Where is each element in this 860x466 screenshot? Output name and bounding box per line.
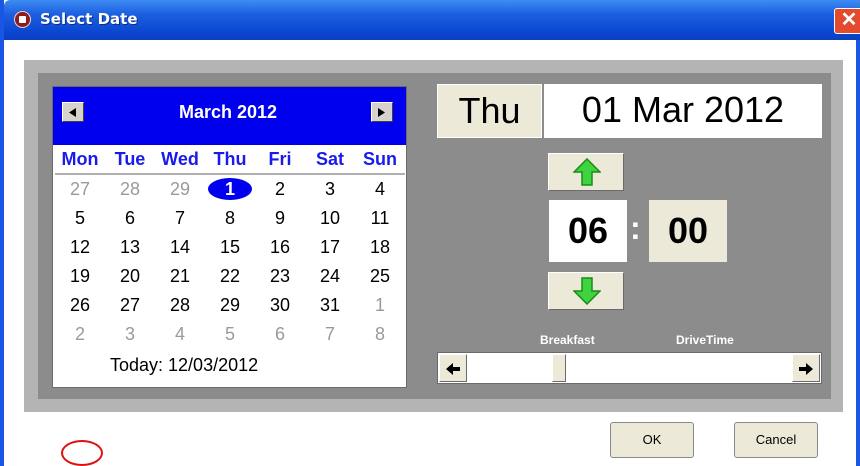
slider-left-button[interactable] [439, 354, 467, 382]
day-cell[interactable]: 4 [155, 321, 205, 347]
weekday-label: Fri [268, 149, 292, 169]
time-up-button[interactable] [548, 153, 624, 191]
calendar: March 2012 Mon Tue Wed Thu Fri Sat Sun 27 28 29 1… [52, 86, 407, 466]
day-cell[interactable]: 25 [355, 263, 405, 289]
day-cell[interactable]: 29 [205, 292, 255, 318]
day-cell[interactable]: 26 [55, 292, 105, 318]
cancel-button[interactable]: Cancel [734, 422, 818, 458]
month-label: March 2012 [178, 102, 278, 122]
day-cell[interactable]: 15 [205, 234, 255, 260]
day-cell[interactable]: 14 [155, 234, 205, 260]
next-month-button[interactable] [371, 102, 393, 122]
weekday-label: Thu [213, 149, 247, 169]
slider-right-button[interactable] [792, 354, 820, 382]
day-cell[interactable]: 5 [205, 321, 255, 347]
day-cell[interactable]: 21 [155, 263, 205, 289]
ok-button[interactable]: OK [610, 422, 694, 458]
day-cell[interactable]: 7 [155, 205, 205, 231]
slider-thumb[interactable] [552, 354, 566, 382]
hours-field[interactable]: 06 [549, 200, 627, 262]
close-button[interactable]: ✕ [834, 8, 860, 34]
weekday-label: Wed [161, 149, 199, 169]
app-icon [14, 11, 31, 28]
up-arrow-icon [573, 158, 601, 186]
day-cell[interactable]: 2 [255, 176, 305, 202]
day-cell[interactable]: 27 [55, 176, 105, 202]
day-cell-selected[interactable]: 1 [205, 176, 255, 202]
selected-date: 01 Mar 2012 [544, 84, 822, 138]
day-cell[interactable]: 23 [255, 263, 305, 289]
day-cell[interactable]: 2 [55, 321, 105, 347]
minutes-field[interactable]: 00 [649, 200, 727, 262]
day-cell[interactable]: 16 [255, 234, 305, 260]
time-slider[interactable] [437, 352, 822, 384]
day-cell[interactable]: 29 [155, 176, 205, 202]
slider-label-drivetime: DriveTime [676, 333, 734, 347]
day-cell[interactable]: 18 [355, 234, 405, 260]
day-cell[interactable]: 19 [55, 263, 105, 289]
day-cell[interactable]: 6 [105, 205, 155, 231]
right-arrow-icon [799, 363, 813, 375]
prev-month-button[interactable] [62, 102, 84, 122]
day-cell[interactable]: 13 [105, 234, 155, 260]
day-cell[interactable]: 28 [105, 176, 155, 202]
selected-weekday: Thu [437, 84, 542, 138]
down-arrow-icon [573, 277, 601, 305]
left-arrow-icon [446, 363, 460, 375]
time-down-button[interactable] [548, 272, 624, 310]
calendar-header: March 2012 [53, 87, 406, 145]
day-cell[interactable]: 24 [305, 263, 355, 289]
today-marker-circle [61, 440, 103, 466]
slider-label-breakfast: Breakfast [540, 333, 595, 347]
day-cell[interactable]: 7 [305, 321, 355, 347]
title-bar[interactable]: Select Date [4, 0, 860, 40]
day-cell[interactable]: 1 [355, 292, 405, 318]
day-cell[interactable]: 22 [205, 263, 255, 289]
day-cell[interactable]: 10 [305, 205, 355, 231]
day-cell[interactable]: 4 [355, 176, 405, 202]
day-cell[interactable]: 28 [155, 292, 205, 318]
day-cell[interactable]: 11 [355, 205, 405, 231]
day-cell[interactable]: 6 [255, 321, 305, 347]
day-cell[interactable]: 5 [55, 205, 105, 231]
day-cell[interactable]: 30 [255, 292, 305, 318]
day-cell[interactable]: 3 [305, 176, 355, 202]
day-cell[interactable]: 17 [305, 234, 355, 260]
day-cell[interactable]: 9 [255, 205, 305, 231]
weekday-label: Mon [61, 149, 99, 169]
weekday-label: Sat [315, 149, 344, 169]
right-arrow-icon [378, 108, 385, 117]
weekday-label: Sun [363, 149, 397, 169]
day-cell[interactable]: 3 [105, 321, 155, 347]
window-title: Select Date [40, 10, 138, 28]
left-arrow-icon [69, 108, 76, 117]
time-separator: : [630, 210, 641, 246]
today-link[interactable]: Today: 12/03/2012 [110, 355, 258, 376]
day-cell[interactable]: 8 [205, 205, 255, 231]
weekday-header: Mon Tue Wed Thu Fri Sat Sun [55, 147, 405, 175]
day-cell[interactable]: 27 [105, 292, 155, 318]
day-cell-today[interactable]: 12 [55, 234, 105, 260]
weekday-label: Tue [114, 149, 146, 169]
day-cell[interactable]: 8 [355, 321, 405, 347]
day-cell[interactable]: 31 [305, 292, 355, 318]
day-cell[interactable]: 20 [105, 263, 155, 289]
selected-day-label: 1 [208, 178, 252, 200]
